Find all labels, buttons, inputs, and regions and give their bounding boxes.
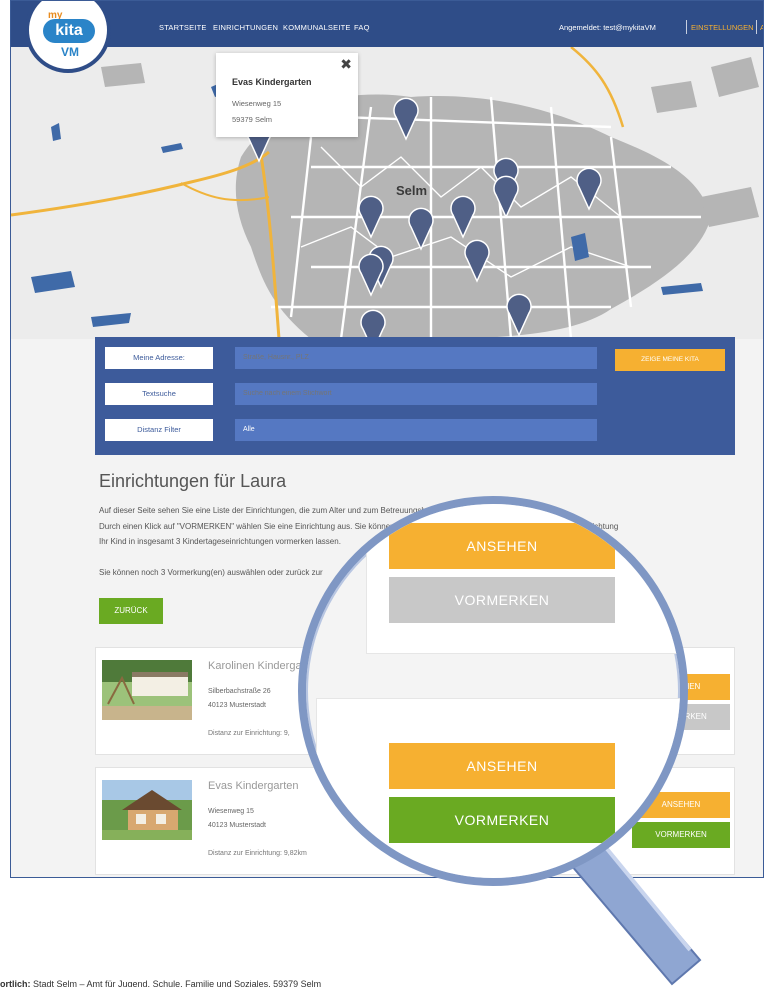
zoomed-view-button[interactable]: ANSEHEN: [389, 523, 615, 569]
zoomed-reserve-button[interactable]: VORMERKEN: [389, 797, 615, 843]
magnifier-lens: ANSEHEN VORMERKEN ANSEHEN VORMERKEN: [298, 496, 688, 886]
zoomed-view-button[interactable]: ANSEHEN: [389, 743, 615, 789]
zoomed-card: ANSEHEN VORMERKEN: [366, 504, 680, 654]
zoomed-card: ANSEHEN VORMERKEN: [316, 698, 680, 878]
zoomed-reserve-button[interactable]: VORMERKEN: [389, 577, 615, 623]
